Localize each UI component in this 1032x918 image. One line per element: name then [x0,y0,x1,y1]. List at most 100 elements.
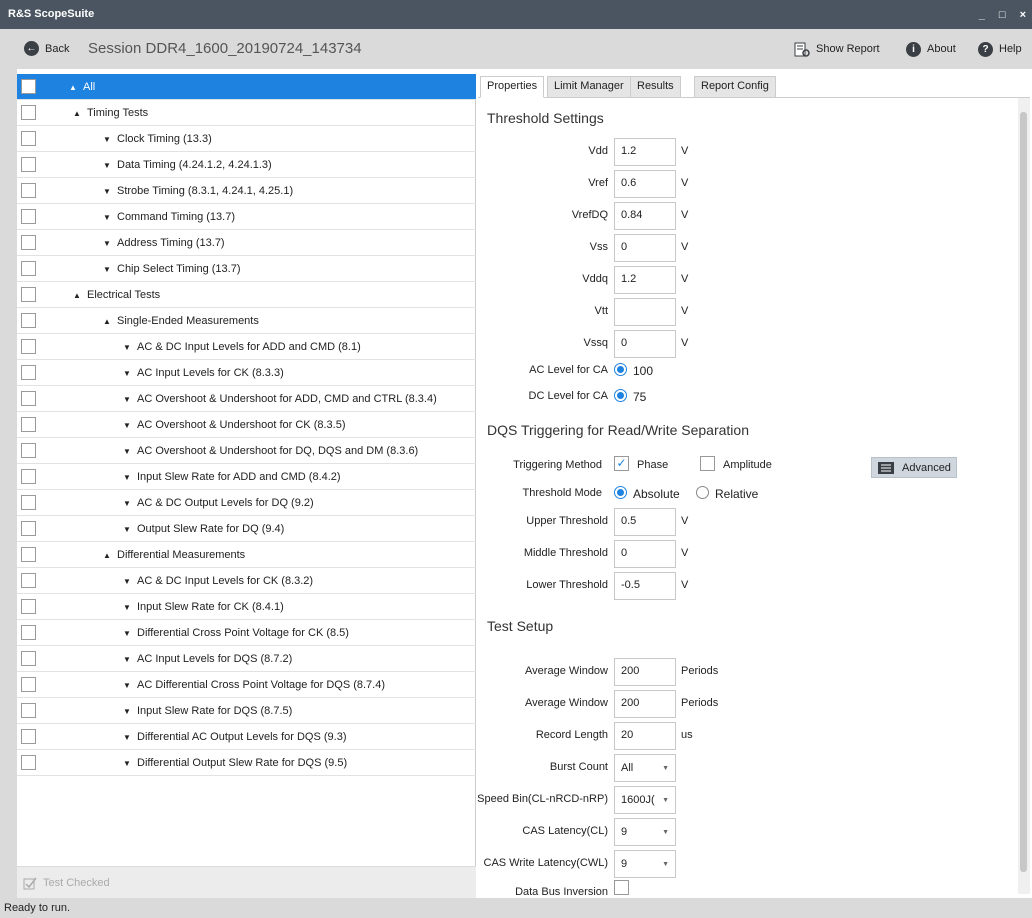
tree-row[interactable]: ▼ AC & DC Output Levels for DQ (9.2) [17,490,476,516]
tab-results[interactable]: Results [630,76,681,98]
tree-row[interactable]: ▲ All [17,74,476,100]
tree-checkbox[interactable] [21,703,36,718]
tree-checkbox[interactable] [21,365,36,380]
tree-row[interactable]: ▼ Differential AC Output Levels for DQS (… [17,724,476,750]
tree-row[interactable]: ▼ Strobe Timing (8.3.1, 4.24.1, 4.25.1) [17,178,476,204]
expand-icon[interactable]: ▼ [123,577,131,586]
expand-icon[interactable]: ▼ [123,473,131,482]
tree-checkbox[interactable] [21,79,36,94]
tree-checkbox[interactable] [21,521,36,536]
tree-checkbox[interactable] [21,313,36,328]
tree-checkbox[interactable] [21,469,36,484]
tree-checkbox[interactable] [21,261,36,276]
dc-level-radio[interactable] [614,389,627,402]
collapse-icon[interactable]: ▲ [103,317,111,326]
dqs-field-input[interactable]: -0.5 [614,572,676,600]
close-button[interactable]: × [1020,9,1026,21]
tree-row[interactable]: ▼ AC Differential Cross Point Voltage for… [17,672,476,698]
tree-row[interactable]: ▼ Output Slew Rate for DQ (9.4) [17,516,476,542]
tree-row[interactable]: ▼ Differential Cross Point Voltage for CK… [17,620,476,646]
cas-latency-select[interactable]: 9 ▼ [614,818,676,846]
collapse-icon[interactable]: ▲ [69,83,77,92]
threshold-field-input[interactable]: 0.6 [614,170,676,198]
tree-row[interactable]: ▼ Clock Timing (13.3) [17,126,476,152]
tree-row[interactable]: ▼ Data Timing (4.24.1.2, 4.24.1.3) [17,152,476,178]
record-length-input[interactable]: 20 [614,722,676,750]
ac-level-radio[interactable] [614,363,627,376]
expand-icon[interactable]: ▼ [103,239,111,248]
expand-icon[interactable]: ▼ [123,395,131,404]
relative-radio[interactable] [696,486,709,499]
tree-checkbox[interactable] [21,495,36,510]
collapse-icon[interactable]: ▲ [73,291,81,300]
threshold-field-input[interactable] [614,298,676,326]
average-window-input[interactable]: 200 [614,658,676,686]
collapse-icon[interactable]: ▲ [73,109,81,118]
test-checked-button[interactable]: Test Checked [23,876,110,890]
tab-limit-manager[interactable]: Limit Manager [547,76,631,98]
phase-checkbox[interactable]: ✓ [614,456,629,471]
expand-icon[interactable]: ▼ [123,603,131,612]
help-button[interactable]: ? Help [972,37,1028,61]
tree-row[interactable]: ▼ Command Timing (13.7) [17,204,476,230]
expand-icon[interactable]: ▼ [123,759,131,768]
tree-row[interactable]: ▼ Address Timing (13.7) [17,230,476,256]
tree-row[interactable]: ▼ AC & DC Input Levels for ADD and CMD (8… [17,334,476,360]
tree-checkbox[interactable] [21,417,36,432]
back-button[interactable]: ← Back [24,41,69,56]
burst-count-select[interactable]: All ▼ [614,754,676,782]
tree-checkbox[interactable] [21,235,36,250]
tree-checkbox[interactable] [21,131,36,146]
expand-icon[interactable]: ▼ [123,525,131,534]
tree-row[interactable]: ▼ Input Slew Rate for CK (8.4.1) [17,594,476,620]
expand-icon[interactable]: ▼ [123,343,131,352]
tree-checkbox[interactable] [21,339,36,354]
tree-checkbox[interactable] [21,443,36,458]
tree-checkbox[interactable] [21,157,36,172]
dqs-field-input[interactable]: 0 [614,540,676,568]
tree-row[interactable]: ▲ Electrical Tests [17,282,476,308]
speed-bin-select[interactable]: 1600J(▼ [614,786,676,814]
minimize-button[interactable]: _ [979,9,985,21]
expand-icon[interactable]: ▼ [103,135,111,144]
tree-row[interactable]: ▼ AC Input Levels for CK (8.3.3) [17,360,476,386]
tab-properties[interactable]: Properties [480,76,545,98]
tree-row[interactable]: ▼ Chip Select Timing (13.7) [17,256,476,282]
threshold-field-input[interactable]: 1.2 [614,266,676,294]
expand-icon[interactable]: ▼ [123,447,131,456]
threshold-field-input[interactable]: 0 [614,234,676,262]
expand-icon[interactable]: ▼ [103,161,111,170]
tree-checkbox[interactable] [21,183,36,198]
expand-icon[interactable]: ▼ [123,629,131,638]
threshold-field-input[interactable]: 1.2 [614,138,676,166]
expand-icon[interactable]: ▼ [123,499,131,508]
tree-row[interactable]: ▼ AC Overshoot & Undershoot for DQ, DQS a… [17,438,476,464]
expand-icon[interactable]: ▼ [123,707,131,716]
tree-row[interactable]: ▼ Differential Output Slew Rate for DQS (… [17,750,476,776]
tree-row[interactable]: ▼ AC Overshoot & Undershoot for CK (8.3.5… [17,412,476,438]
threshold-field-input[interactable]: 0.84 [614,202,676,230]
tab-report-config[interactable]: Report Config [694,76,776,98]
tree-checkbox[interactable] [21,391,36,406]
tree-checkbox[interactable] [21,755,36,770]
show-report-button[interactable]: Show Report [788,37,886,61]
tree-row[interactable]: ▲ Differential Measurements [17,542,476,568]
tree-checkbox[interactable] [21,547,36,562]
maximize-button[interactable]: □ [999,9,1006,21]
tree-row[interactable]: ▲ Single-Ended Measurements [17,308,476,334]
scrollbar-thumb[interactable] [1020,112,1027,872]
expand-icon[interactable]: ▼ [123,733,131,742]
tree-checkbox[interactable] [21,677,36,692]
scrollbar[interactable] [1018,98,1030,894]
expand-icon[interactable]: ▼ [123,655,131,664]
tree-row[interactable]: ▲ Timing Tests [17,100,476,126]
expand-icon[interactable]: ▼ [123,369,131,378]
tree-row[interactable]: ▼ AC Input Levels for DQS (8.7.2) [17,646,476,672]
tree-row[interactable]: ▼ AC & DC Input Levels for CK (8.3.2) [17,568,476,594]
tree-checkbox[interactable] [21,729,36,744]
threshold-field-input[interactable]: 0 [614,330,676,358]
about-button[interactable]: i About [900,37,962,61]
dqs-field-input[interactable]: 0.5 [614,508,676,536]
tree-checkbox[interactable] [21,573,36,588]
expand-icon[interactable]: ▼ [123,421,131,430]
